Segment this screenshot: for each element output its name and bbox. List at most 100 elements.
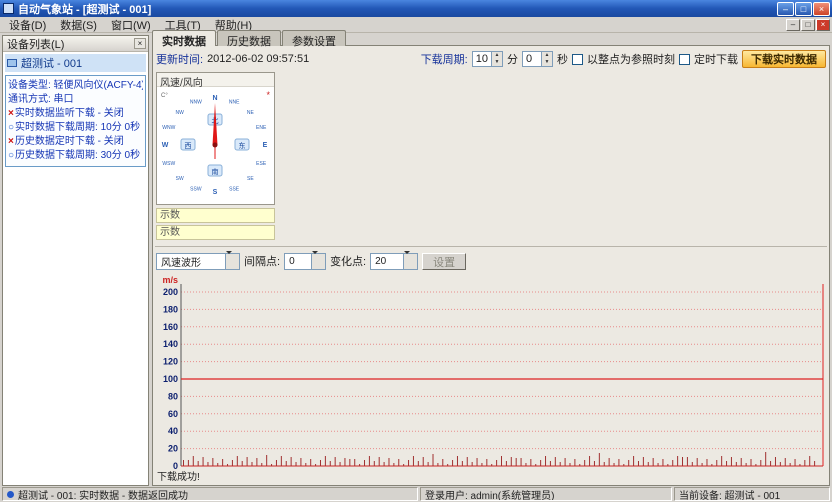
apply-settings-button[interactable]: 设置 [422, 253, 466, 270]
application-window: { "window": { "title": "自动气象站 - [超测试 - 0… [0, 0, 832, 502]
x-tick-mark [799, 464, 800, 466]
x-tick-mark [682, 457, 683, 466]
x-tick-mark [369, 456, 370, 466]
compass-dir-E: E [263, 142, 268, 149]
x-tick-mark [388, 458, 389, 466]
x-tick-mark [775, 457, 776, 466]
status-message: 超测试 - 001: 实时数据 - 数据返回成功 [2, 487, 418, 501]
tab-parameter-settings[interactable]: 参数设置 [282, 30, 346, 46]
menu-device[interactable]: 设备(D) [2, 16, 53, 34]
x-tick-mark [247, 457, 248, 466]
x-tick-mark [555, 457, 556, 466]
status-current-device: 当前设备: 超测试 - 001 [674, 487, 830, 501]
tab-history-data[interactable]: 历史数据 [217, 30, 281, 46]
minimize-button[interactable]: – [777, 2, 794, 16]
section-divider [155, 246, 827, 247]
tab-realtime-data[interactable]: 实时数据 [152, 30, 216, 46]
close-button[interactable]: × [813, 2, 830, 16]
north-star-icon: * [266, 90, 270, 100]
x-tick-mark [340, 462, 341, 466]
ytick-label-80: 80 [168, 391, 178, 401]
ytick-label-140: 140 [163, 339, 178, 349]
period-minutes-spinner[interactable]: 10 ▲▼ [472, 51, 503, 67]
x-tick-mark [217, 463, 218, 466]
spin-down-icon[interactable]: ▼ [542, 59, 552, 66]
maximize-button[interactable]: □ [795, 2, 812, 16]
x-tick-mark [496, 460, 497, 466]
x-tick-mark [335, 457, 336, 466]
x-tick-mark [481, 463, 482, 466]
tab-strip: 实时数据 历史数据 参数设置 [152, 30, 347, 46]
change-points-label: 变化点: [330, 253, 366, 269]
x-tick-mark [516, 458, 517, 466]
compass-dir-WNW: WNW [162, 125, 175, 131]
x-tick-mark [614, 463, 615, 466]
x-tick-mark [785, 458, 786, 466]
wind-speed-chart: 020406080100120140160180200m/s [155, 274, 829, 484]
x-tick-mark [374, 461, 375, 466]
download-realtime-button[interactable]: 下载实时数据 [742, 50, 826, 68]
x-tick-mark [256, 458, 257, 466]
status-login-user: 登录用户: admin(系统管理员) [420, 487, 672, 501]
compass-dir-NE: NE [247, 110, 255, 116]
gauge-readout-1: 示数 [156, 208, 275, 223]
realtime-toolbar: 更新时间: 2012-06-02 09:57:51 下载周期: 10 ▲▼ 分 … [156, 49, 826, 69]
period-seconds-spinner[interactable]: 0 ▲▼ [522, 51, 553, 67]
x-tick-mark [452, 460, 453, 466]
x-tick-mark [741, 458, 742, 466]
compass-dir-S: S [213, 189, 218, 196]
dropdown-arrow-icon[interactable] [403, 254, 417, 269]
menu-window[interactable]: 窗口(W) [104, 16, 158, 34]
spin-up-icon[interactable]: ▲ [542, 52, 552, 59]
title-bar: 自动气象站 - [超测试 - 001] – □ × [0, 0, 832, 17]
spin-down-icon[interactable]: ▼ [492, 59, 502, 66]
mdi-restore-button[interactable]: □ [801, 19, 815, 31]
app-icon [3, 3, 14, 14]
x-tick-mark [736, 462, 737, 466]
x-tick-mark [814, 461, 815, 466]
x-tick-mark [198, 461, 199, 466]
interval-select[interactable]: 0 [284, 253, 326, 270]
change-points-select-value: 20 [371, 256, 403, 267]
compass-dir-SE: SE [247, 176, 254, 182]
spin-up-icon[interactable]: ▲ [492, 52, 502, 59]
mdi-close-button[interactable]: × [816, 19, 830, 31]
x-tick-mark [398, 459, 399, 466]
info-line-comm-mode: 通讯方式: 串口 [8, 93, 143, 107]
dropdown-arrow-icon[interactable] [225, 254, 239, 269]
x-tick-mark [472, 462, 473, 466]
scheduled-download-checkbox[interactable] [679, 54, 690, 65]
compass-dir-NNE: NNE [229, 100, 240, 106]
interval-label: 间隔点: [244, 253, 280, 269]
menu-data[interactable]: 数据(S) [53, 16, 104, 34]
compass-dir-W: W [162, 142, 169, 149]
dropdown-arrow-icon[interactable] [311, 254, 325, 269]
x-tick-mark [721, 456, 722, 466]
x-tick-mark [364, 460, 365, 466]
x-tick-mark [706, 459, 707, 466]
mdi-minimize-button[interactable]: – [786, 19, 800, 31]
x-tick-mark [359, 464, 360, 466]
device-icon [7, 59, 17, 67]
reference-time-checkbox[interactable] [572, 54, 583, 65]
x-tick-mark [486, 459, 487, 466]
panel-close-icon[interactable]: × [134, 38, 146, 49]
change-points-select[interactable]: 20 [370, 253, 418, 270]
compass-hub [213, 143, 218, 148]
x-tick-mark [653, 458, 654, 466]
x-tick-mark [413, 456, 414, 466]
reference-time-label: 以整点为参照时刻 [587, 51, 675, 67]
wind-gauge-panel: 风速/风向 C°*NNNENEENEEESESESSESSSWSWWSWWWNW… [156, 72, 275, 205]
x-tick-mark [540, 460, 541, 466]
x-tick-mark [574, 459, 575, 466]
x-tick-mark [633, 456, 634, 466]
waveform-select[interactable]: 风速波形 [156, 253, 240, 270]
x-tick-mark [604, 462, 605, 466]
x-tick-mark [344, 458, 345, 466]
x-tick-mark [618, 459, 619, 466]
x-tick-mark [584, 460, 585, 466]
device-tree-item[interactable]: 超测试 - 001 [5, 54, 146, 72]
x-tick-mark [521, 458, 522, 466]
x-tick-mark [193, 456, 194, 466]
x-tick-mark [442, 459, 443, 466]
